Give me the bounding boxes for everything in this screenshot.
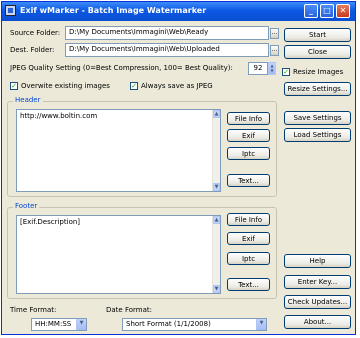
date-format-value: Short Format (1/1/2008)	[126, 320, 211, 328]
title-bar[interactable]: Exif wMarker - Batch Image Watermarker _…	[2, 2, 355, 21]
chevron-down-icon[interactable]: ▼	[256, 319, 266, 330]
minimize-icon[interactable]: _	[304, 4, 318, 18]
header-scrollbar[interactable]: ▲ ▼	[212, 110, 220, 191]
scroll-up-icon[interactable]: ▲	[213, 216, 220, 224]
source-browse-button[interactable]: ...	[270, 28, 279, 39]
time-format-select[interactable]: HH:MM:SS ▼	[31, 318, 87, 331]
header-text-button[interactable]: Text...	[227, 174, 270, 187]
always-jpeg-label: Always save as JPEG	[141, 82, 213, 90]
dest-folder-input[interactable]: D:\My Documents\Immagini\Web\Uploaded	[65, 43, 269, 57]
about-button[interactable]: About...	[284, 315, 351, 329]
resize-settings-button[interactable]: Resize Settings...	[284, 82, 351, 96]
jpeg-quality-input[interactable]: 92	[248, 62, 268, 75]
dest-folder-label: Dest. Folder:	[10, 46, 55, 54]
footer-group-label: Footer	[13, 202, 40, 210]
header-text: http://www.boltin.com	[20, 112, 98, 120]
scroll-down-icon[interactable]: ▼	[213, 285, 220, 293]
main-window: Exif wMarker - Batch Image Watermarker _…	[1, 1, 356, 335]
footer-iptc-button[interactable]: Iptc	[227, 252, 270, 265]
date-format-select[interactable]: Short Format (1/1/2008) ▼	[122, 318, 267, 331]
footer-text-button[interactable]: Text...	[227, 278, 270, 291]
chevron-down-icon[interactable]: ▼	[76, 319, 86, 330]
maximize-icon[interactable]: □	[320, 4, 334, 18]
help-button[interactable]: Help	[284, 254, 351, 268]
always-jpeg-checkbox[interactable]: ✓	[130, 82, 138, 90]
jpeg-quality-label: JPEG Quality Setting (0=Best Compression…	[10, 64, 233, 72]
header-text-area[interactable]: http://www.boltin.com ▲ ▼	[16, 109, 221, 192]
time-format-label: Time Format:	[10, 306, 57, 314]
enter-key-button[interactable]: Enter Key...	[284, 275, 351, 289]
footer-exif-button[interactable]: Exif	[227, 232, 270, 245]
footer-file-info-button[interactable]: File Info	[227, 213, 270, 226]
app-icon	[5, 5, 16, 16]
dest-browse-button[interactable]: ...	[270, 45, 279, 56]
window-title: Exif wMarker - Batch Image Watermarker	[20, 6, 207, 15]
source-folder-label: Source Folder:	[10, 29, 61, 37]
resize-images-label: Resize Images	[293, 68, 344, 76]
date-format-label: Date Format:	[106, 306, 152, 314]
load-settings-button[interactable]: Load Settings	[284, 128, 351, 142]
check-updates-button[interactable]: Check Updates...	[284, 295, 351, 309]
header-group-label: Header	[13, 96, 43, 104]
source-folder-input[interactable]: D:\My Documents\Immagini\Web\Ready	[65, 26, 269, 40]
time-format-value: HH:MM:SS	[35, 320, 72, 328]
save-settings-button[interactable]: Save Settings	[284, 111, 351, 125]
header-exif-button[interactable]: Exif	[227, 129, 270, 142]
quality-spinner[interactable]: ▲ ▼	[268, 62, 276, 75]
close-button[interactable]: Close	[284, 45, 351, 59]
overwrite-label: Overwite existing images	[21, 82, 110, 90]
footer-scrollbar[interactable]: ▲ ▼	[212, 216, 220, 293]
scroll-down-icon[interactable]: ▼	[213, 183, 220, 191]
scroll-up-icon[interactable]: ▲	[213, 110, 220, 118]
resize-images-checkbox[interactable]: ✓	[282, 68, 290, 76]
overwrite-checkbox[interactable]: ✓	[10, 82, 18, 90]
start-button[interactable]: Start	[284, 28, 351, 42]
header-iptc-button[interactable]: Iptc	[227, 147, 270, 160]
footer-text-area[interactable]: [Exif.Description] ▲ ▼	[16, 215, 221, 294]
header-file-info-button[interactable]: File Info	[227, 112, 270, 125]
close-icon[interactable]: ✕	[336, 4, 350, 18]
footer-text: [Exif.Description]	[20, 218, 81, 226]
